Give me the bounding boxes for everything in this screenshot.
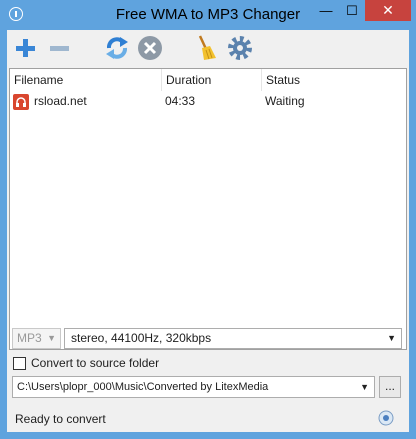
web-icon[interactable] bbox=[378, 410, 394, 426]
convert-button[interactable] bbox=[102, 33, 132, 63]
close-button[interactable]: ✕ bbox=[365, 0, 411, 21]
format-value: MP3 bbox=[17, 331, 42, 345]
minimize-button[interactable]: — bbox=[313, 0, 339, 21]
row-duration: 04:33 bbox=[165, 94, 196, 108]
column-header-filename[interactable]: Filename bbox=[10, 69, 162, 91]
settings-button[interactable] bbox=[225, 33, 255, 63]
status-text: Ready to convert bbox=[15, 412, 106, 426]
remove-icon bbox=[50, 46, 69, 51]
browse-button[interactable]: ... bbox=[379, 376, 401, 398]
output-folder-combobox[interactable]: C:\Users\plopr_000\Music\Converted by Li… bbox=[12, 376, 375, 398]
broom-icon bbox=[198, 35, 216, 60]
headphones-icon bbox=[13, 94, 29, 110]
title-bar[interactable]: Free WMA to MP3 Changer — ☐ ✕ bbox=[0, 0, 416, 30]
format-select[interactable]: MP3 ▼ bbox=[12, 328, 61, 349]
chevron-down-icon: ▼ bbox=[47, 333, 56, 343]
chevron-down-icon: ▼ bbox=[360, 382, 369, 392]
add-icon bbox=[16, 39, 35, 57]
file-list[interactable]: Filename Duration Status rsload.net 04:3… bbox=[9, 68, 407, 350]
convert-to-source-label[interactable]: Convert to source folder bbox=[31, 356, 159, 371]
settings-icon bbox=[228, 36, 252, 60]
column-header-status[interactable]: Status bbox=[262, 69, 406, 91]
convert-icon bbox=[106, 37, 128, 59]
convert-to-source-checkbox[interactable] bbox=[13, 357, 26, 370]
maximize-button[interactable]: ☐ bbox=[339, 0, 365, 21]
toolbar bbox=[7, 30, 409, 68]
add-file-button[interactable] bbox=[10, 33, 40, 63]
table-row[interactable]: rsload.net 04:33 Waiting bbox=[10, 92, 406, 110]
stop-icon bbox=[138, 36, 162, 60]
app-window: Free WMA to MP3 Changer — ☐ ✕ Filename D… bbox=[0, 0, 416, 439]
output-folder-value: C:\Users\plopr_000\Music\Converted by Li… bbox=[17, 381, 269, 393]
row-filename: rsload.net bbox=[34, 94, 87, 108]
remove-file-button[interactable] bbox=[44, 33, 74, 63]
column-header-duration[interactable]: Duration bbox=[162, 69, 262, 91]
chevron-down-icon: ▼ bbox=[387, 333, 396, 343]
quality-value: stereo, 44100Hz, 320kbps bbox=[71, 331, 212, 345]
stop-button[interactable] bbox=[135, 33, 165, 63]
clear-list-button[interactable] bbox=[190, 33, 220, 63]
quality-select[interactable]: stereo, 44100Hz, 320kbps ▼ bbox=[64, 328, 402, 349]
main-panel: Filename Duration Status rsload.net 04:3… bbox=[7, 30, 409, 432]
row-status: Waiting bbox=[265, 94, 305, 108]
